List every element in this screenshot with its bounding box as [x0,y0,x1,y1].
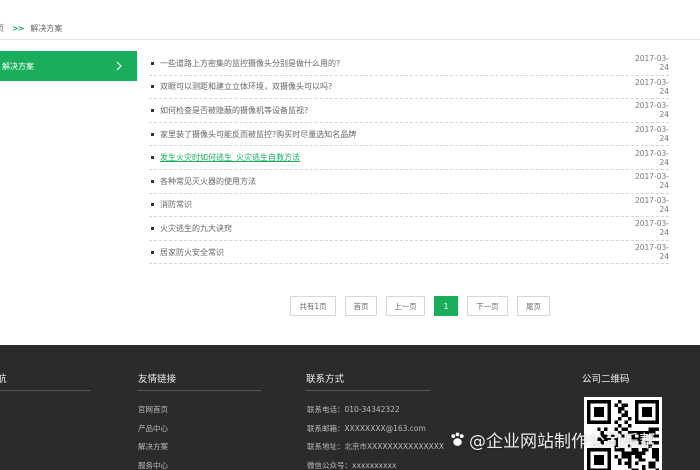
news-item[interactable]: 居家防火安全常识 2017-03-24 [149,241,669,265]
news-title-link[interactable]: 消防常识 [160,199,627,210]
news-title-link[interactable]: 居家防火安全常识 [160,247,627,258]
news-date: 2017-03-24 [634,219,669,238]
news-date: 2017-03-24 [634,195,669,214]
contact-wechat: 微信公众号：xxxxxxxxxx [307,460,397,470]
first-page-button[interactable]: 首页 [345,296,377,316]
news-item-hovered[interactable]: 发生火灾时如何逃生_火灾逃生自救方法 2017-03-24 [149,146,669,170]
bullet-icon [151,179,154,183]
bullet-icon [151,108,154,112]
footer-contact-title: 联系方式 [306,374,345,385]
bullet-icon [151,226,154,230]
news-item[interactable]: 各种常见灭火器的使用方法 2017-03-24 [149,170,669,194]
footer-link[interactable]: 解决方案 [138,441,168,460]
prev-page-button[interactable]: 上一页 [386,296,425,316]
current-page-button[interactable]: 1 [434,296,458,316]
breadcrumb-current[interactable]: 解决方案 [30,23,62,34]
news-title-link[interactable]: 各种常见灭火器的使用方法 [160,176,627,187]
news-item[interactable]: 家里装了摄像头可能反而被监控?购买时尽量选知名品牌 2017-03-24 [149,123,669,147]
bullet-icon [151,61,154,65]
header-divider [0,39,700,40]
pagination: 共有1页 首页 上一页 1 下一页 尾页 [290,296,550,316]
bullet-icon [151,203,154,207]
pagination-total: 共有1页 [290,296,336,316]
news-item[interactable]: 如何检查是否被隐蔽的摄像机等设备监视? 2017-03-24 [149,99,669,123]
news-date: 2017-03-24 [634,125,669,144]
news-date: 2017-03-24 [634,148,669,167]
footer-link[interactable]: 官网首页 [138,404,168,423]
watermark-text: @企业网站制作公司乐帮 [469,432,656,452]
breadcrumb: 页 >> 解决方案 [0,18,62,38]
footer-link[interactable]: 服务中心 [138,460,168,470]
news-item[interactable]: 一些道路上方密集的监控摄像头分别是做什么用的? 2017-03-24 [149,52,669,76]
news-date: 2017-03-24 [634,54,669,73]
sidebar-item-solutions[interactable]: 解决方案 [0,51,137,81]
sidebar-item-label: 解决方案 [2,61,34,71]
news-date: 2017-03-24 [634,172,669,191]
news-date: 2017-03-24 [634,243,669,262]
news-date: 2017-03-24 [634,101,669,120]
news-title-link[interactable]: 双眼可以测距和建立立体环境，双摄像头可以吗? [160,81,627,92]
paw-logo-icon [451,432,464,446]
news-title-link[interactable]: 如何检查是否被隐蔽的摄像机等设备监视? [160,105,627,116]
bullet-icon [151,85,154,89]
news-item[interactable]: 双眼可以测距和建立立体环境，双摄像头可以吗? 2017-03-24 [149,76,669,100]
news-title-link[interactable]: 一些道路上方密集的监控摄像头分别是做什么用的? [160,58,627,69]
footer-divider [137,390,261,391]
footer-links-title: 友情链接 [138,374,177,385]
news-title-link[interactable]: 火灾逃生的九大诀窍 [160,223,627,234]
news-item[interactable]: 火灾逃生的九大诀窍 2017-03-24 [149,217,669,241]
news-title-link[interactable]: 发生火灾时如何逃生_火灾逃生自救方法 [160,152,627,163]
news-date: 2017-03-24 [634,77,669,96]
footer-divider [0,390,91,391]
footer-qr-title: 公司二维码 [582,374,630,385]
watermark: @企业网站制作公司乐帮 [449,427,656,452]
next-page-button[interactable]: 下一页 [467,296,508,316]
footer-nav-title: 航 [0,374,7,385]
breadcrumb-home-link[interactable]: 页 [0,23,4,34]
chevron-right-icon [116,61,122,71]
contact-address: 联系地址：北京市XXXXXXXXXXXXXXX [307,442,445,451]
bullet-icon [151,156,154,160]
last-page-button[interactable]: 尾页 [517,296,550,316]
footer-link[interactable]: 产品中心 [138,423,168,442]
news-list: 一些道路上方密集的监控摄像头分别是做什么用的? 2017-03-24 双眼可以测距… [149,52,669,265]
footer-divider [306,390,430,391]
breadcrumb-separator: >> [12,23,24,33]
contact-email: 联系邮箱：XXXXXXXX@163.com [307,423,426,433]
contact-phone: 联系电话：010-34342322 [307,405,400,414]
news-item[interactable]: 消防常识 2017-03-24 [149,194,669,218]
news-title-link[interactable]: 家里装了摄像头可能反而被监控?购买时尽量选知名品牌 [160,129,627,140]
bullet-icon [151,250,154,254]
bullet-icon [151,132,154,136]
